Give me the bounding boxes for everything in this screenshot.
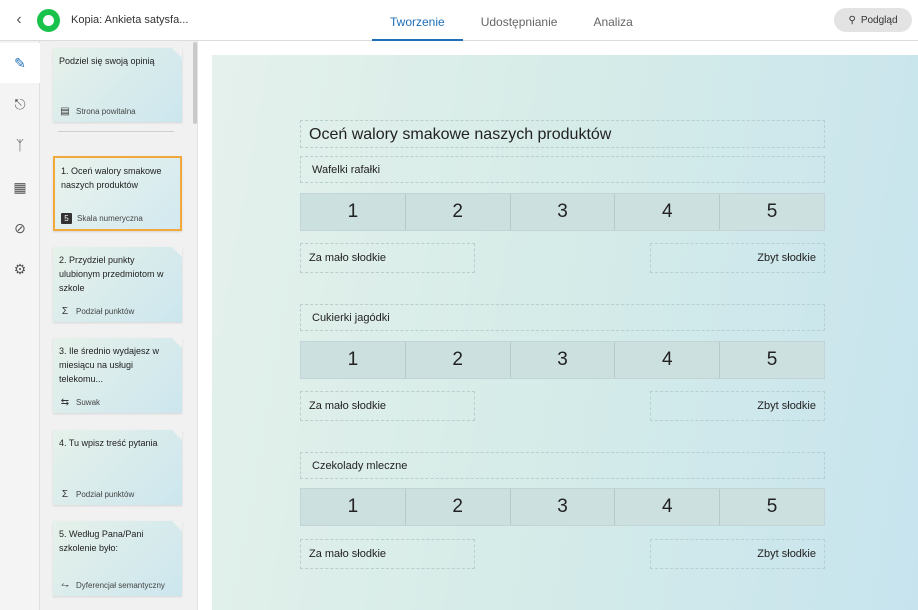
question-card-type: 5 Skala numeryczna — [61, 213, 143, 224]
sigma-icon: Σ — [61, 306, 69, 317]
scale-option[interactable]: 2 — [405, 194, 511, 230]
max-label-input[interactable]: Zbyt słodkie — [650, 391, 825, 421]
scale-option[interactable]: 3 — [510, 489, 616, 525]
app-logo[interactable] — [37, 9, 60, 32]
min-label-input[interactable]: Za mało słodkie — [300, 539, 475, 569]
numeric-scale: 1 2 3 4 5 — [300, 193, 825, 231]
question-card-type: Σ Podział punktów — [59, 489, 134, 500]
scale-option[interactable]: 2 — [405, 342, 511, 378]
scale-option[interactable]: 2 — [405, 489, 511, 525]
preview-button[interactable]: ⚲ Podgląd — [834, 8, 912, 32]
top-bar: ‹ Kopia: Ankieta satysfa... Tworzenie Ud… — [0, 0, 918, 41]
calculator-icon[interactable]: ▦ — [0, 167, 40, 207]
question-title-input[interactable]: Oceń walory smakowe naszych produktów — [300, 120, 825, 148]
question-card-type: ▤ Strona powitalna — [59, 106, 136, 117]
tab-udostepnianie[interactable]: Udostępnianie — [463, 0, 576, 41]
tab-tworzenie[interactable]: Tworzenie — [372, 0, 463, 41]
question-card-type: ⥊ Dyferencjał semantyczny — [59, 580, 165, 591]
question-type-label: Podział punktów — [76, 307, 135, 316]
question-type-label: Suwak — [76, 398, 101, 407]
max-label-input[interactable]: Zbyt słodkie — [650, 243, 825, 273]
back-chevron-icon[interactable]: ‹ — [10, 11, 28, 29]
search-icon: ⚲ — [848, 14, 856, 26]
pencil-icon[interactable]: ✎ — [0, 43, 40, 83]
question-list-divider — [58, 131, 174, 132]
row-label-input[interactable]: Czekolady mleczne — [300, 452, 825, 479]
question-card-title: 3. Ile średnio wydajesz w miesiącu na us… — [59, 346, 160, 384]
question-card-type: Σ Podział punktów — [59, 306, 134, 317]
sigma-icon: Σ — [61, 489, 69, 500]
tab-analiza[interactable]: Analiza — [575, 0, 650, 41]
max-label-input[interactable]: Zbyt słodkie — [650, 539, 825, 569]
question-list-scrollbar[interactable] — [193, 42, 197, 124]
scale-option[interactable]: 5 — [720, 342, 824, 378]
question-card-2[interactable]: 2. Przydziel punkty ulubionym przedmioto… — [53, 247, 182, 322]
scale-option[interactable]: 5 — [720, 194, 824, 230]
question-card-type: ⇆ Suwak — [59, 397, 100, 408]
question-type-label: Dyferencjał semantyczny — [76, 581, 165, 590]
numeric-scale: 1 2 3 4 5 — [300, 341, 825, 379]
scale-option[interactable]: 4 — [615, 194, 721, 230]
scale-option[interactable]: 1 — [301, 194, 406, 230]
question-card-4[interactable]: 4. Tu wpisz treść pytania Σ Podział punk… — [53, 430, 182, 505]
scale-option[interactable]: 3 — [510, 194, 616, 230]
scale-option[interactable]: 3 — [510, 342, 616, 378]
question-card-5[interactable]: 5. Według Pana/Pani szkolenie było: ⥊ Dy… — [53, 521, 182, 596]
document-title: Kopia: Ankieta satysfa... — [71, 14, 189, 26]
welcome-page-icon: ▤ — [60, 106, 70, 117]
scale-option[interactable]: 1 — [301, 489, 406, 525]
question-card-title: 5. Według Pana/Pani szkolenie było: — [59, 529, 144, 553]
gear-icon[interactable]: ⚙ — [0, 249, 40, 289]
question-card-3[interactable]: 3. Ile średnio wydajesz w miesiącu na us… — [53, 338, 182, 413]
eye-slash-icon[interactable]: ⊘ — [0, 208, 40, 248]
question-type-label: Skala numeryczna — [77, 214, 143, 223]
question-card-welcome[interactable]: Podziel się swoją opinią ▤ Strona powita… — [53, 48, 182, 122]
scale-option[interactable]: 5 — [720, 489, 824, 525]
question-type-label: Strona powitalna — [76, 107, 136, 116]
scale-option[interactable]: 4 — [615, 342, 721, 378]
numeric-scale: 1 2 3 4 5 — [300, 488, 825, 526]
theme-icon[interactable]: ⎋ — [0, 84, 40, 124]
question-card-title: 1. Oceń walory smakowe naszych produktów — [61, 166, 162, 190]
row-label-input[interactable]: Cukierki jagódki — [300, 304, 825, 331]
slider-icon: ⇆ — [60, 397, 70, 408]
min-label-input[interactable]: Za mało słodkie — [300, 243, 475, 273]
question-type-label: Podział punktów — [76, 490, 135, 499]
preview-button-label: Podgląd — [860, 14, 898, 26]
scale-option[interactable]: 4 — [615, 489, 721, 525]
row-label-input[interactable]: Wafelki rafałki — [300, 156, 825, 183]
question-card-1[interactable]: 1. Oceń walory smakowe naszych produktów… — [53, 156, 182, 231]
question-card-title: 2. Przydziel punkty ulubionym przedmioto… — [59, 255, 164, 293]
numeric-scale-icon: 5 — [61, 213, 72, 224]
min-label-input[interactable]: Za mało słodkie — [300, 391, 475, 421]
question-card-title: 4. Tu wpisz treść pytania — [59, 438, 158, 448]
semantic-differential-icon: ⥊ — [61, 580, 69, 591]
main-tabs: Tworzenie Udostępnianie Analiza — [372, 0, 651, 41]
scale-option[interactable]: 1 — [301, 342, 406, 378]
branch-icon[interactable]: ᛉ — [0, 125, 40, 165]
tool-rail: ✎ ⎋ ᛉ ▦ ⊘ ⚙ — [0, 41, 40, 610]
question-card-title: Podziel się swoją opinią — [59, 56, 155, 66]
